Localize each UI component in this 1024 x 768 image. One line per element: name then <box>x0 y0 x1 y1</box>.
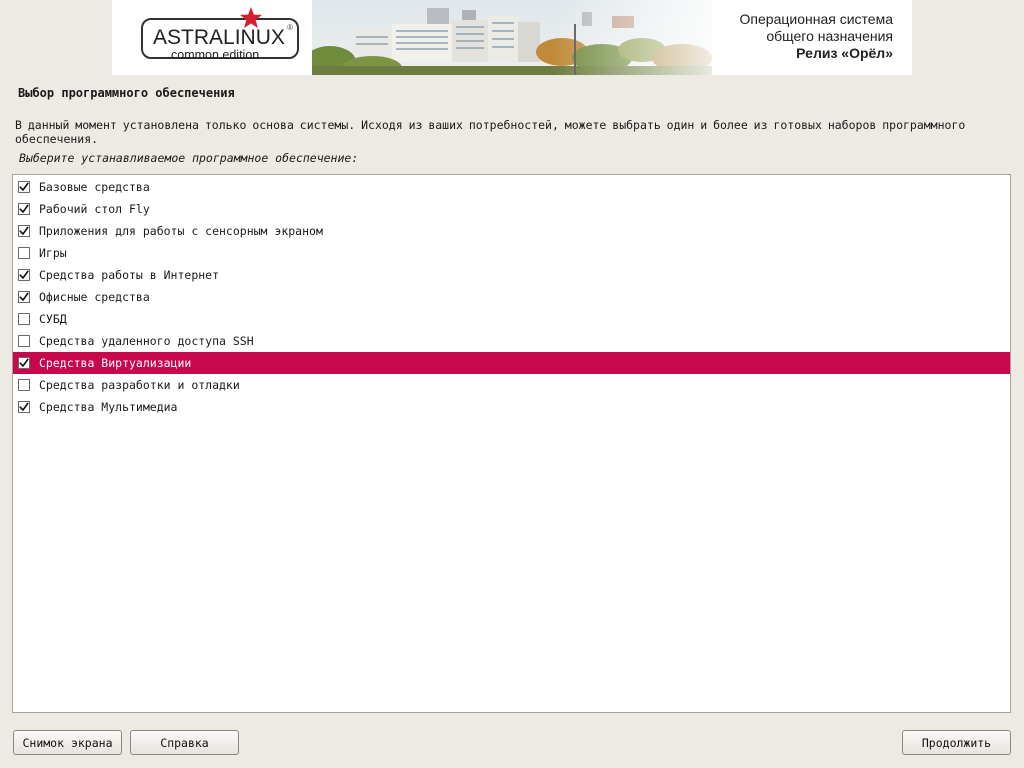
logo-brand-text: ASTRALINUX <box>153 26 285 49</box>
list-item[interactable]: СУБД <box>13 308 1010 330</box>
checkmark-icon <box>19 292 29 301</box>
list-item[interactable]: Средства удаленного доступа SSH <box>13 330 1010 352</box>
checkmark-icon <box>19 182 29 191</box>
registered-mark: ® <box>287 23 293 32</box>
description-text: В данный момент установлена только основ… <box>15 118 966 146</box>
checkbox-checked[interactable] <box>18 225 30 237</box>
item-label: Средства Мультимедиа <box>39 400 178 414</box>
release-name: Релиз «Орёл» <box>796 45 893 61</box>
selection-prompt: Выберите устанавливаемое программное обе… <box>19 151 359 165</box>
item-label: СУБД <box>39 312 67 326</box>
header-banner: ASTRALINUX ® common edition Операционная… <box>112 0 912 75</box>
checkbox[interactable] <box>18 313 30 325</box>
list-item[interactable]: Офисные средства <box>13 286 1010 308</box>
checkmark-icon <box>19 358 29 367</box>
checkmark-icon <box>19 402 29 411</box>
list-item[interactable]: Приложения для работы с сенсорным экрано… <box>13 220 1010 242</box>
checkbox[interactable] <box>18 335 30 347</box>
checkbox-checked[interactable] <box>18 269 30 281</box>
help-button[interactable]: Справка <box>130 730 239 755</box>
list-item[interactable]: Рабочий стол Fly <box>13 198 1010 220</box>
continue-button[interactable]: Продолжить <box>902 730 1011 755</box>
os-line-1: Операционная система <box>739 11 893 27</box>
checkbox-checked[interactable] <box>18 357 30 369</box>
item-label: Средства Виртуализации <box>39 356 192 370</box>
item-label: Приложения для работы с сенсорным экрано… <box>39 224 323 238</box>
item-label: Базовые средства <box>39 180 150 194</box>
software-selection-list[interactable]: Базовые средства Рабочий стол Fly Прилож… <box>12 174 1011 713</box>
list-item[interactable]: Игры <box>13 242 1010 264</box>
banner-os-info: Операционная система общего назначения Р… <box>740 11 893 62</box>
item-label: Офисные средства <box>39 290 150 304</box>
item-label: Средства работы в Интернет <box>39 268 220 282</box>
checkmark-icon <box>19 226 29 235</box>
list-item[interactable]: Средства разработки и отладки <box>13 374 1010 396</box>
astralinux-logo: ASTRALINUX ® common edition <box>141 7 299 62</box>
item-label: Средства разработки и отладки <box>39 378 240 392</box>
os-line-2: общего назначения <box>766 28 893 44</box>
checkbox-checked[interactable] <box>18 203 30 215</box>
list-item[interactable]: Базовые средства <box>13 176 1010 198</box>
item-label: Рабочий стол Fly <box>39 202 150 216</box>
item-label: Средства удаленного доступа SSH <box>39 334 254 348</box>
list-item[interactable]: Средства работы в Интернет <box>13 264 1010 286</box>
list-item[interactable]: Средства Мультимедиа <box>13 396 1010 418</box>
checkbox-checked[interactable] <box>18 401 30 413</box>
checkmark-icon <box>19 204 29 213</box>
checkmark-icon <box>19 270 29 279</box>
list-item-selected[interactable]: Средства Виртуализации <box>13 352 1010 374</box>
item-label: Игры <box>39 246 67 260</box>
checkbox-checked[interactable] <box>18 291 30 303</box>
logo-edition-text: common edition <box>171 48 260 62</box>
screenshot-button[interactable]: Снимок экрана <box>13 730 122 755</box>
checkbox-checked[interactable] <box>18 181 30 193</box>
checkbox[interactable] <box>18 247 30 259</box>
checkbox[interactable] <box>18 379 30 391</box>
page-title: Выбор программного обеспечения <box>18 86 235 100</box>
